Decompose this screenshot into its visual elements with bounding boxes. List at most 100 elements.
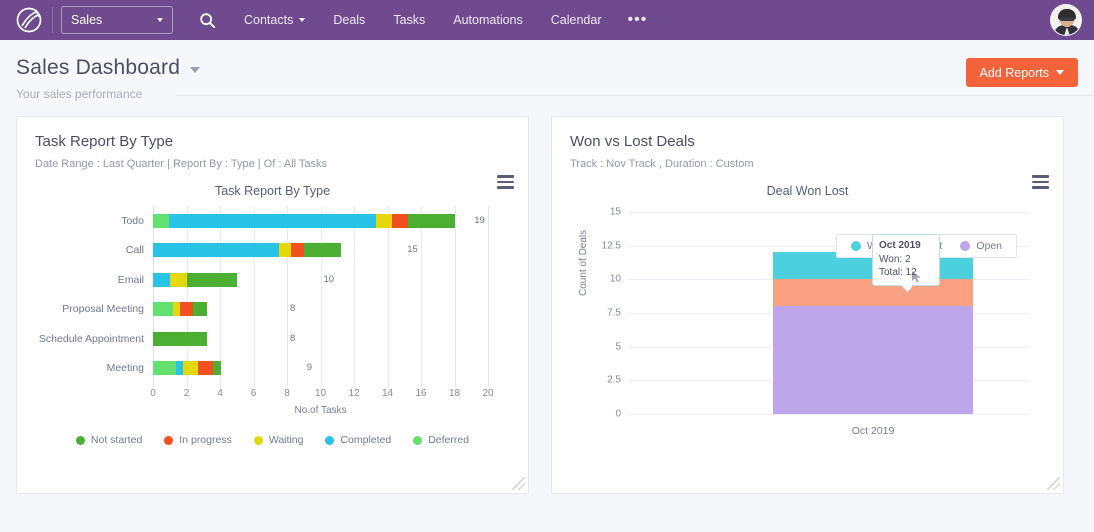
gridline: 15 [628, 212, 1029, 213]
legend-item-open[interactable]: Open [960, 240, 1002, 252]
chart-bar-segment[interactable] [180, 302, 193, 316]
bar-value-label: 8 [290, 303, 295, 314]
resize-grip[interactable] [1047, 477, 1060, 490]
chart-bar-segment[interactable] [153, 302, 173, 316]
tooltip-line-won: Won: 2 [879, 253, 933, 267]
bar-value-label: 9 [307, 362, 312, 373]
gridline [488, 206, 489, 387]
dashboard-cards: Task Report By Type Date Range : Last Qu… [0, 116, 1094, 494]
nav-item-calendar[interactable]: Calendar [537, 0, 616, 40]
chart-bar-segment[interactable] [170, 273, 187, 287]
x-axis-tick-label: 14 [382, 388, 393, 399]
search-icon[interactable] [199, 12, 216, 29]
chart-bar-segment[interactable] [153, 243, 279, 257]
app-logo[interactable] [8, 6, 50, 34]
legend-item-completed[interactable]: Completed [325, 434, 391, 446]
chart-bar-segment[interactable] [193, 302, 206, 316]
nav-item-contacts[interactable]: Contacts [230, 0, 319, 40]
chart-bar[interactable]: 10 [153, 273, 321, 287]
legend-color-dot [851, 241, 861, 251]
y-axis-tick-label: 2.5 [607, 375, 621, 386]
card-task-report-by-type: Task Report By Type Date Range : Last Qu… [16, 116, 529, 494]
page-title: Sales Dashboard [16, 56, 180, 80]
chart-bars: 191510889 [153, 206, 488, 387]
module-selector[interactable]: Sales [61, 6, 173, 34]
chart-bar[interactable]: 9 [153, 361, 304, 375]
chart-bar-segment[interactable] [153, 332, 207, 346]
chart-bar-segment[interactable] [408, 214, 456, 228]
chart-bar-segment[interactable] [304, 243, 342, 257]
bar-value-label: 15 [407, 244, 418, 255]
chart-bar-segment[interactable] [376, 214, 392, 228]
y-axis-tick-label: 15 [610, 207, 621, 218]
y-axis-category-label: Email [35, 265, 150, 295]
chart-bar-segment[interactable] [153, 214, 169, 228]
y-axis-category-label: Meeting [35, 354, 150, 384]
legend-label: Not started [91, 434, 142, 446]
page-title-row: Sales Dashboard [16, 56, 1078, 80]
legend-color-dot [254, 436, 263, 445]
chart-bar-row: 19 [153, 206, 488, 236]
x-axis-label: No.of Tasks [153, 405, 488, 416]
legend-item-not-started[interactable]: Not started [76, 434, 142, 446]
chart-bar-segment[interactable] [169, 214, 376, 228]
gridline: 0 [628, 414, 1029, 415]
chart-bar-segment[interactable] [187, 273, 237, 287]
chart-bar-segment[interactable] [213, 361, 221, 375]
chart-bar-segment[interactable] [183, 361, 198, 375]
legend-item-waiting[interactable]: Waiting [254, 434, 304, 446]
tooltip-line-total: Total: 12 [879, 266, 933, 280]
nav-item-label: Automations [453, 13, 522, 27]
tooltip-header: Oct 2019 [879, 239, 933, 253]
main-nav-items: Contacts Deals Tasks Automations Calenda… [230, 0, 659, 40]
chevron-down-icon[interactable] [190, 67, 200, 73]
chart-bar-segment[interactable] [291, 243, 304, 257]
add-reports-button[interactable]: Add Reports [966, 58, 1078, 87]
avatar-image [1050, 4, 1082, 36]
legend-item-deferred[interactable]: Deferred [413, 434, 469, 446]
resize-grip[interactable] [512, 477, 525, 490]
chart-bar[interactable]: 8 [153, 332, 287, 346]
nav-item-label: Calendar [551, 13, 602, 27]
more-menu-icon[interactable]: ••• [615, 12, 659, 28]
chart-plot-area: 02.557.51012.515 Oct 2019 Won Lost Open [628, 212, 1029, 414]
legend-label: In progress [179, 434, 232, 446]
chart-bar-segment[interactable] [392, 214, 408, 228]
x-axis-tick-label: 0 [150, 388, 156, 399]
chart-bar-segment[interactable] [198, 361, 213, 375]
x-axis-ticks: 02468101214161820 [153, 388, 488, 402]
hamburger-menu-icon[interactable] [1032, 175, 1049, 192]
card-title: Won vs Lost Deals [570, 133, 1045, 150]
tooltip-arrow [901, 285, 912, 292]
y-axis-category-label: Schedule Appointment [35, 324, 150, 354]
x-axis-tick-label: 20 [482, 388, 493, 399]
page-subtitle: Your sales performance [16, 87, 1078, 101]
avatar[interactable] [1050, 4, 1082, 36]
legend-label: Deferred [428, 434, 469, 446]
nav-item-deals[interactable]: Deals [319, 0, 379, 40]
hamburger-menu-icon[interactable] [497, 175, 514, 192]
nav-item-label: Tasks [393, 13, 425, 27]
x-axis-tick-label: 10 [315, 388, 326, 399]
chart-bar[interactable]: 15 [153, 243, 404, 257]
bar-value-label: 10 [324, 274, 335, 285]
legend-label: Waiting [269, 434, 304, 446]
chart-bar-segment[interactable] [153, 361, 176, 375]
chart-bar-row: 8 [153, 295, 488, 325]
chart-bar-segment[interactable] [153, 273, 170, 287]
chart-bar[interactable]: 8 [153, 302, 287, 316]
chart-bar[interactable]: 19 [153, 214, 471, 228]
nav-divider [52, 7, 53, 33]
bar-value-label: 8 [290, 333, 295, 344]
chart-bar-segment[interactable] [173, 302, 180, 316]
nav-item-tasks[interactable]: Tasks [379, 0, 439, 40]
y-axis-category-label: Proposal Meeting [35, 295, 150, 325]
nav-item-automations[interactable]: Automations [439, 0, 536, 40]
chart-bar-segment[interactable] [176, 361, 184, 375]
y-axis-tick-label: 0 [615, 409, 621, 420]
chart-bar-segment-open[interactable] [773, 306, 973, 414]
y-axis-tick-label: 5 [615, 341, 621, 352]
y-axis-category-label: Todo [35, 206, 150, 236]
legend-item-in-progress[interactable]: In progress [164, 434, 232, 446]
chart-bar-segment[interactable] [279, 243, 292, 257]
